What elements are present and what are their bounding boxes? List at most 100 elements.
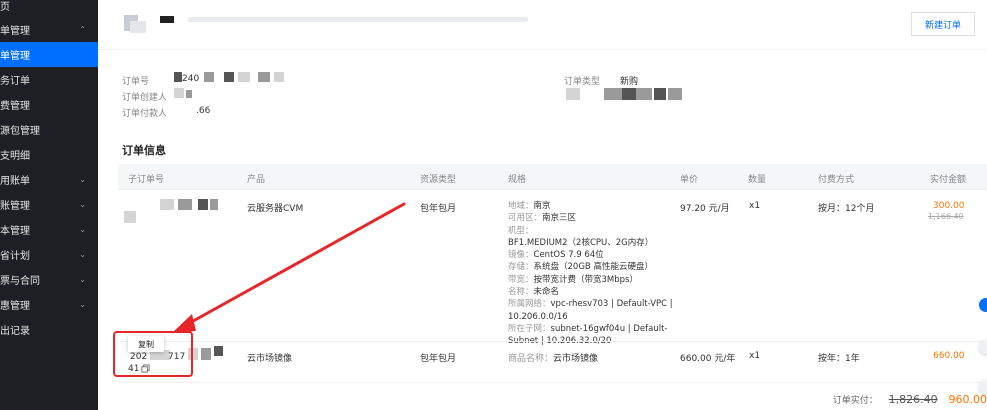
sidebar-item-label: 续费管理 (0, 101, 30, 112)
redaction (198, 199, 208, 210)
sidebar-item-transactions[interactable]: 收支明细 (0, 142, 98, 167)
spec-line: 商品名称：云市场镜像 (508, 354, 599, 364)
sidebar-item-label: 分账管理 (0, 201, 30, 212)
th-spec: 规格 (508, 175, 527, 185)
redaction (210, 199, 218, 210)
sidebar-item-cost[interactable]: 成本管理 ⌄ (0, 217, 98, 242)
redaction (204, 72, 214, 82)
sidebar-item-bills[interactable]: 费用账单 ⌄ (0, 167, 98, 192)
sidebar-item-service-orders[interactable]: 服务订单 (0, 67, 98, 92)
th-paid: 实付金额 (930, 175, 967, 185)
main-content: 新建订单 订单号 240 订单创建人 订单付款人 .66 订单类型 新购 订单信… (98, 0, 987, 410)
unit-price: 660.00 元/年 (680, 354, 736, 364)
spec-line: 带宽：按带宽计费（带宽3Mbps） (508, 274, 638, 285)
total-original: 1,826.40 (888, 393, 938, 406)
sidebar-item-renewal[interactable]: 续费管理 (0, 92, 98, 117)
th-resource-type: 资源类型 (420, 175, 457, 185)
total-label: 订单实付： (832, 396, 878, 406)
product-name: 云市场镜像 (247, 354, 293, 364)
redaction (174, 72, 182, 82)
sidebar-item-discounts[interactable]: 优惠管理 ⌄ (0, 292, 98, 317)
billing-method: 按年：1年 (818, 354, 860, 364)
table-header: 子订单号 产品 资源类型 规格 单价 数量 付费方式 实付金额 (118, 164, 987, 190)
redaction (258, 72, 270, 82)
row-divider (118, 341, 987, 342)
redaction (622, 88, 636, 100)
sidebar-item-label: 节省计划 (0, 251, 30, 262)
redaction (124, 211, 136, 223)
sidebar-item-label: 导出记录 (0, 326, 30, 337)
spec-line: 存储：系统盘（20GB 高性能云硬盘） (508, 262, 653, 273)
redaction (566, 88, 580, 100)
paid-amount: 300.00 (933, 201, 965, 211)
resource-type: 包年包月 (420, 354, 457, 364)
order-no-value: 240 (182, 74, 200, 84)
product-name: 云服务器CVM (247, 204, 304, 214)
redaction (654, 88, 666, 100)
resource-type: 包年包月 (420, 204, 457, 214)
redaction (178, 199, 192, 210)
chevron-down-icon: ⌄ (79, 200, 86, 209)
sidebar: 主页 订单管理 ⌃ 订单管理 服务订单 续费管理 资源包管理 收支明细 费用账单 ⌄… (0, 0, 98, 410)
sidebar-item-invoices[interactable]: 发票与合同 ⌄ (0, 267, 98, 292)
chevron-down-icon: ⌄ (79, 225, 86, 234)
spec-list: 地域：南京 可用区：南京三区 机型：BF1.MEDIUM2（2核CPU、2G内存… (508, 200, 678, 348)
sidebar-item-resource-packages[interactable]: 资源包管理 (0, 117, 98, 142)
th-quantity: 数量 (748, 175, 767, 185)
avatar (124, 15, 146, 33)
spec-line: 地域：南京 (508, 201, 551, 211)
sidebar-item-label: 收支明细 (0, 151, 30, 162)
spec-line: 所属网络：vpc-rhesv703 | Default-VPC | 10.206… (508, 299, 673, 322)
order-type-value: 新购 (620, 77, 639, 87)
unit-price: 97.20 元/月 (680, 204, 730, 214)
chevron-down-icon: ⌄ (79, 250, 86, 259)
quantity: x1 (749, 201, 761, 211)
section-title: 订单信息 (122, 144, 166, 157)
payer-value: .66 (196, 106, 211, 116)
redaction (214, 346, 223, 356)
sidebar-item-savings-plan[interactable]: 节省计划 ⌄ (0, 242, 98, 267)
sidebar-item-label: 订单管理 (0, 51, 30, 62)
redaction (668, 88, 682, 100)
redaction (174, 88, 184, 98)
billing-method: 按月：12个月 (818, 204, 875, 214)
chevron-down-icon: ⌄ (79, 175, 86, 184)
sidebar-item-label: 订单管理 (0, 26, 30, 37)
sidebar-item-label: 资源包管理 (0, 126, 40, 137)
spec-line: 可用区：南京三区 (508, 213, 577, 224)
original-amount: 1,166.40 (928, 212, 964, 221)
redacted-title (188, 17, 528, 22)
order-no-label: 订单号 (122, 77, 150, 87)
spec-line: 名称：未命名 (508, 287, 560, 298)
th-product: 产品 (247, 175, 266, 185)
sidebar-item-label: 优惠管理 (0, 301, 30, 312)
sidebar-item-exports[interactable]: 导出记录 (0, 317, 98, 342)
spec-line: 镜像：CentOS 7.9 64位 (508, 250, 604, 261)
th-unit-price: 单价 (680, 175, 699, 185)
float-tool-button[interactable] (979, 380, 987, 394)
redaction (186, 90, 192, 98)
sidebar-item-orders[interactable]: 订单管理 (0, 42, 98, 67)
row-divider (118, 382, 987, 383)
paid-amount: 660.00 (933, 351, 965, 361)
sidebar-item-label: 成本管理 (0, 226, 30, 237)
sidebar-item-split-accounts[interactable]: 分账管理 ⌄ (0, 192, 98, 217)
redacted-title (160, 16, 174, 23)
sidebar-item-order-management[interactable]: 订单管理 ⌃ (0, 17, 98, 42)
sidebar-item-home[interactable]: 主页 (0, 0, 98, 18)
new-order-button[interactable]: 新建订单 (911, 12, 975, 36)
total-paid: 960.00 (948, 393, 987, 406)
payer-label: 订单付款人 (122, 109, 168, 119)
spec-line: 机型：BF1.MEDIUM2（2核CPU、2G内存） (508, 225, 654, 248)
page-header: 新建订单 (98, 0, 987, 50)
redaction (636, 88, 652, 100)
redaction (160, 199, 174, 210)
float-tool-button[interactable] (979, 340, 987, 354)
order-total: 订单实付： 1,826.40 960.00 (833, 393, 987, 406)
sidebar-item-label: 主页 (0, 2, 10, 13)
chevron-up-icon: ⌃ (79, 25, 86, 34)
redaction (224, 72, 234, 82)
chevron-down-icon: ⌄ (79, 275, 86, 284)
quantity: x1 (749, 351, 761, 361)
float-help-button[interactable] (979, 298, 987, 312)
